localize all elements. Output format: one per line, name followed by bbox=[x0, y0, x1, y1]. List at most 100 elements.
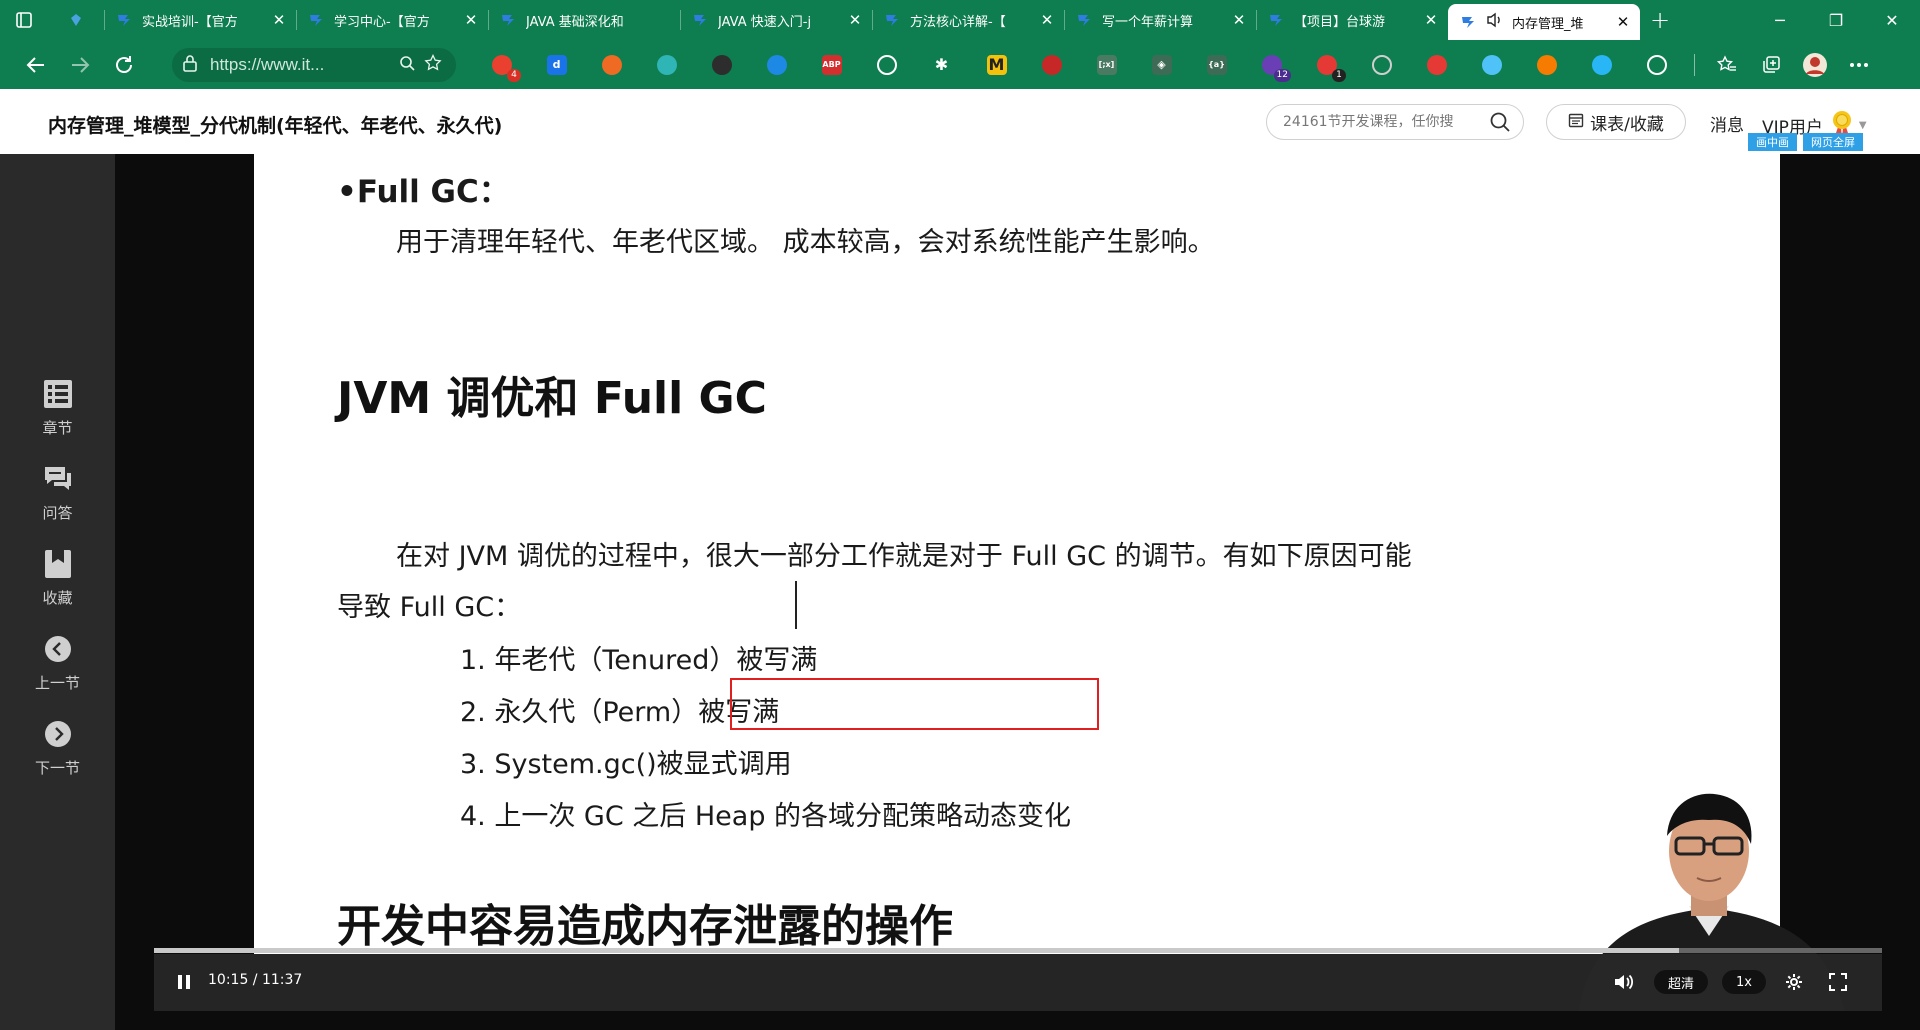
tab-close-icon[interactable]: ✕ bbox=[846, 11, 864, 29]
tab-item[interactable]: JAVA 快速入门-j ✕ bbox=[680, 0, 872, 40]
tab-close-icon[interactable]: ✕ bbox=[1614, 13, 1632, 31]
extension-button[interactable] bbox=[859, 50, 914, 80]
extension-button[interactable]: ABP bbox=[804, 50, 859, 80]
fullscreen-button[interactable] bbox=[1824, 968, 1852, 996]
playback-time: 10:15 / 11:37 bbox=[208, 972, 303, 988]
sidebar-item-chapters[interactable]: 章节 bbox=[0, 377, 115, 438]
course-search-box[interactable] bbox=[1266, 104, 1524, 140]
tab-close-icon[interactable]: ✕ bbox=[270, 11, 288, 29]
extension-button[interactable]: ◈ bbox=[1134, 50, 1189, 80]
extension-button[interactable] bbox=[584, 50, 639, 80]
new-tab-button[interactable]: + bbox=[1640, 0, 1680, 40]
quality-selector[interactable]: 超清 bbox=[1654, 968, 1709, 996]
picture-in-picture-button[interactable]: 画中画 bbox=[1748, 133, 1797, 151]
profile-avatar-button[interactable] bbox=[1793, 47, 1837, 83]
tab-close-icon[interactable]: ✕ bbox=[1038, 11, 1056, 29]
tab-item[interactable]: 写一个年薪计算 ✕ bbox=[1064, 0, 1256, 40]
tab-title: 写一个年薪计算 bbox=[1102, 14, 1194, 30]
tab-close-icon[interactable]: ✕ bbox=[462, 11, 480, 29]
diamond-favicon-icon bbox=[71, 14, 81, 26]
sidebar-item-next[interactable]: 下一节 bbox=[0, 717, 115, 778]
slide-paragraph-line: 在对 JVM 调优的过程中，很大一部分工作就是对于 Full GC 的调节。有如… bbox=[396, 541, 1412, 572]
extension-button[interactable]: M bbox=[969, 50, 1024, 80]
url-text[interactable]: https://www.it... bbox=[210, 55, 394, 75]
site-favicon-icon bbox=[116, 12, 132, 28]
sidebar-item-label: 章节 bbox=[42, 419, 73, 437]
extension-button[interactable]: d bbox=[529, 50, 584, 80]
tab-title: 实战培训-【官方 bbox=[142, 14, 238, 30]
zoom-search-icon[interactable] bbox=[394, 55, 420, 75]
search-input[interactable] bbox=[1283, 114, 1487, 130]
extension-button[interactable] bbox=[1519, 50, 1574, 80]
extension-button[interactable] bbox=[1629, 50, 1684, 80]
extension-badge: 12 bbox=[1273, 68, 1291, 82]
search-icon[interactable] bbox=[1487, 111, 1513, 133]
site-favicon-icon bbox=[884, 12, 900, 28]
extension-button[interactable] bbox=[1024, 50, 1079, 80]
sidebar-item-qa[interactable]: 问答 bbox=[0, 462, 115, 523]
speed-selector[interactable]: 1x bbox=[1722, 968, 1766, 996]
slide-bullet-description: 用于清理年轻代、年老代区域。 成本较高，会对系统性能产生影响。 bbox=[396, 227, 1215, 258]
volume-button[interactable] bbox=[1610, 968, 1638, 996]
restore-button[interactable]: ❐ bbox=[1808, 0, 1864, 40]
tab-item[interactable]: 实战培训-【官方 ✕ bbox=[104, 0, 296, 40]
tab-item-active[interactable]: 内存管理_堆 ✕ bbox=[1448, 4, 1640, 40]
slide-section-heading: JVM 调优和 Full GC bbox=[337, 373, 767, 424]
extension-button[interactable]: {a} bbox=[1189, 50, 1244, 80]
tab-close-icon[interactable]: ✕ bbox=[1422, 11, 1440, 29]
mountain-extension-icon bbox=[876, 54, 897, 75]
video-frame[interactable]: •Full GC： 用于清理年轻代、年老代区域。 成本较高，会对系统性能产生影响… bbox=[154, 154, 1882, 1011]
schedule-favorites-button[interactable]: 课表/收藏 bbox=[1546, 104, 1686, 140]
schedule-favorites-label: 课表/收藏 bbox=[1590, 114, 1664, 135]
tab-actions-icon bbox=[16, 12, 32, 28]
tab-actions-menu-button[interactable] bbox=[0, 0, 48, 40]
tab-item[interactable]: 方法核心详解-【 ✕ bbox=[872, 0, 1064, 40]
settings-button[interactable] bbox=[1780, 968, 1808, 996]
extension-button[interactable]: [;x] bbox=[1079, 50, 1134, 80]
messages-link[interactable]: 消息 bbox=[1710, 111, 1744, 136]
collections-button[interactable] bbox=[1749, 47, 1793, 83]
reload-button[interactable] bbox=[102, 47, 146, 83]
address-bar[interactable]: https://www.it... bbox=[172, 47, 456, 82]
forward-button[interactable] bbox=[58, 47, 102, 83]
slide-list-item: 1. 年老代（Tenured）被写满 bbox=[460, 645, 818, 676]
extension-button[interactable]: ✱ bbox=[914, 50, 969, 80]
extension-button[interactable] bbox=[694, 50, 749, 80]
speed-label: 1x bbox=[1722, 970, 1766, 994]
progress-bar[interactable] bbox=[154, 948, 1882, 953]
extension-button[interactable]: 4 bbox=[474, 50, 529, 82]
opera-extension-icon bbox=[1426, 54, 1447, 75]
code-extension-icon: {a} bbox=[1206, 54, 1227, 75]
extension-button[interactable]: 1 bbox=[1299, 50, 1354, 82]
sidebar-item-previous[interactable]: 上一节 bbox=[0, 632, 115, 693]
tab-close-icon[interactable]: ✕ bbox=[1230, 11, 1248, 29]
tab-pinned[interactable] bbox=[48, 0, 104, 40]
extension-button[interactable] bbox=[1409, 50, 1464, 80]
settings-more-button[interactable] bbox=[1837, 47, 1881, 83]
text-cursor bbox=[795, 581, 797, 629]
page-title: 内存管理_堆模型_分代机制(年轻代、年老代、永久代) bbox=[48, 115, 503, 137]
tab-item[interactable]: 【项目】台球游 ✕ bbox=[1256, 0, 1448, 40]
sidebar-item-favorites[interactable]: 收藏 bbox=[0, 547, 115, 608]
minimize-button[interactable]: ─ bbox=[1752, 0, 1808, 40]
site-favicon-icon bbox=[500, 12, 516, 28]
calculator-extension-icon bbox=[711, 54, 732, 75]
extension-button[interactable] bbox=[749, 50, 804, 80]
pause-button[interactable] bbox=[170, 968, 198, 996]
extension-button[interactable] bbox=[1354, 50, 1409, 80]
extension-button[interactable] bbox=[1464, 50, 1519, 80]
gear-icon bbox=[1786, 974, 1802, 990]
close-window-button[interactable]: ✕ bbox=[1864, 0, 1920, 40]
audio-playing-icon[interactable] bbox=[1486, 12, 1504, 32]
back-button[interactable] bbox=[14, 47, 58, 83]
tab-item[interactable]: 学习中心-【官方 ✕ bbox=[296, 0, 488, 40]
bookmark-icon bbox=[44, 547, 72, 581]
tab-title: 内存管理_堆 bbox=[1512, 16, 1584, 32]
favorites-button[interactable] bbox=[1705, 47, 1749, 83]
extension-button[interactable] bbox=[639, 50, 694, 80]
extension-button[interactable]: 12 bbox=[1244, 50, 1299, 82]
web-fullscreen-button[interactable]: 网页全屏 bbox=[1803, 133, 1863, 151]
extension-button[interactable] bbox=[1574, 50, 1629, 80]
add-favorite-star-icon[interactable] bbox=[420, 53, 446, 76]
tab-item[interactable]: JAVA 基础深化和 bbox=[488, 0, 680, 40]
